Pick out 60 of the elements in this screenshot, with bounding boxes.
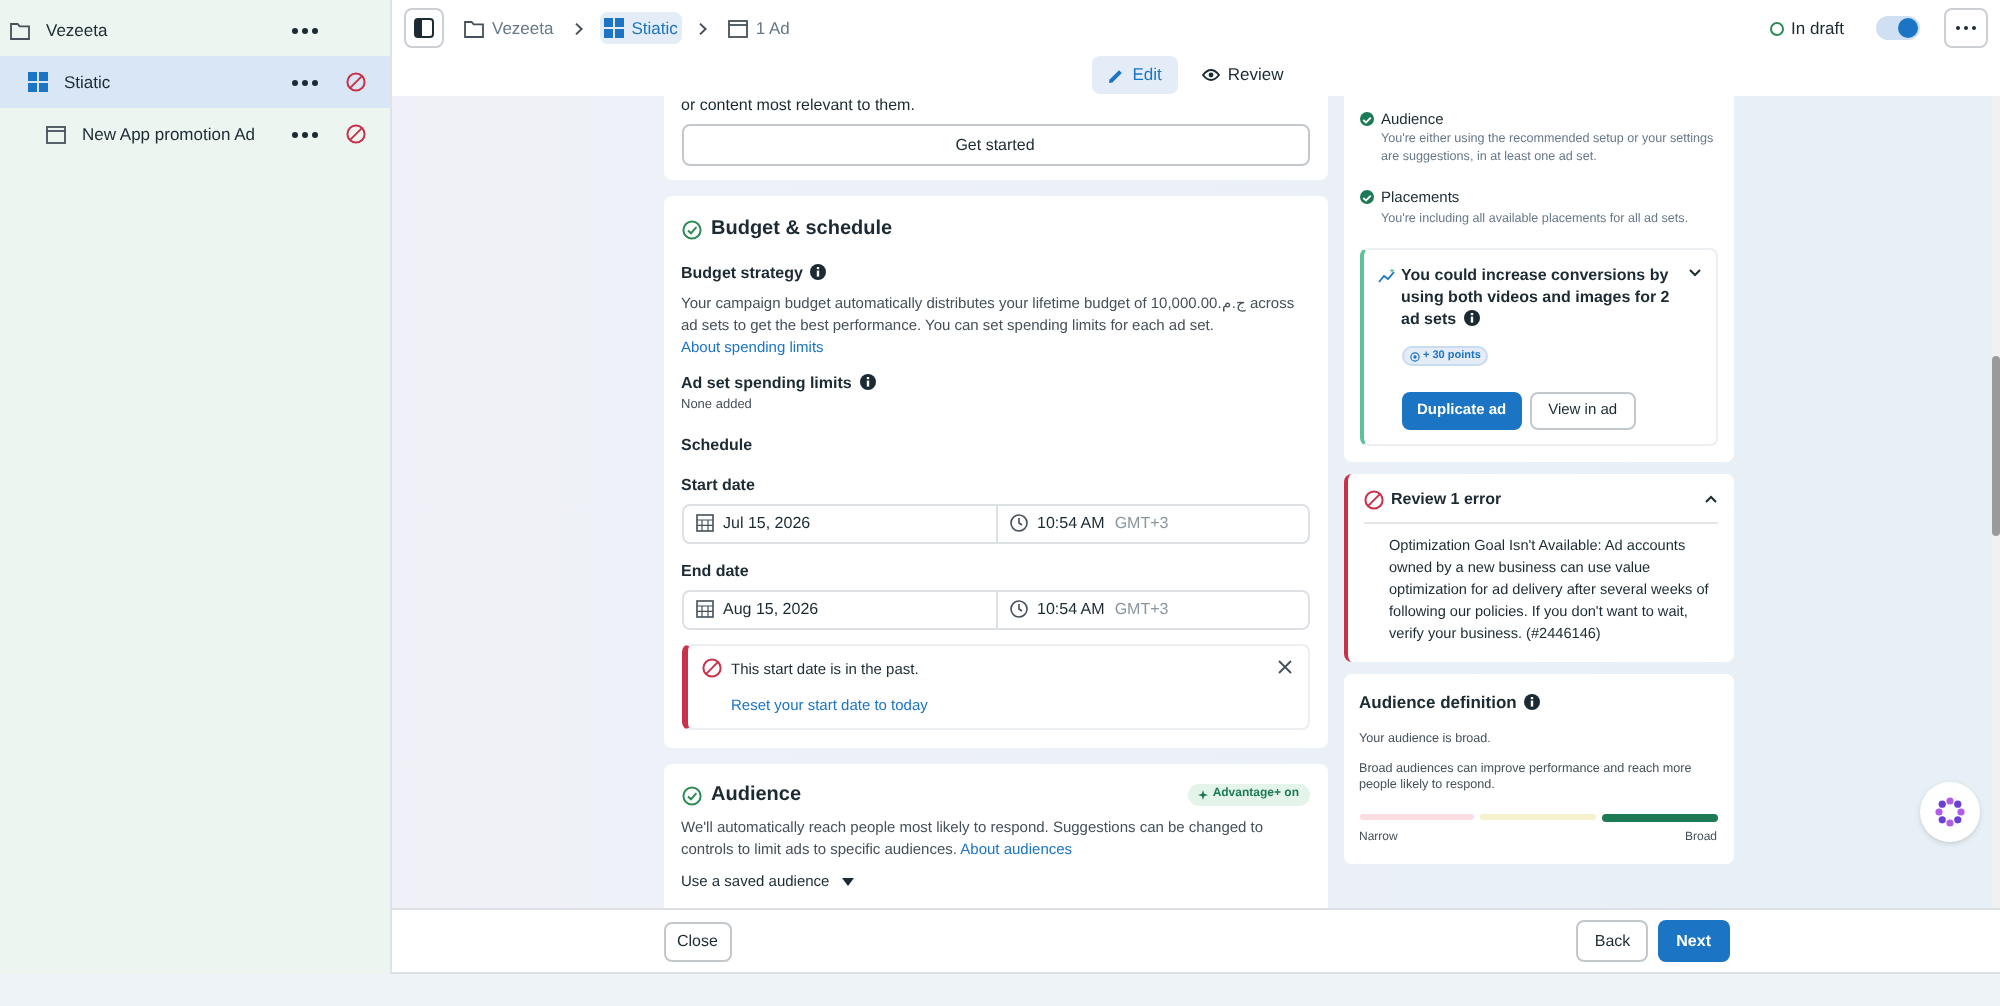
error-review-title: Review 1 error [1391, 487, 1504, 511]
check-circle-icon [681, 219, 701, 239]
eye-icon [1201, 68, 1220, 82]
sparkle-chart-icon [1377, 267, 1395, 283]
caret-icon [841, 877, 854, 886]
sidebar-item[interactable]: Stiatic [0, 56, 390, 108]
ad-frame-icon [46, 125, 66, 143]
folder-icon [464, 19, 484, 37]
error-icon [1363, 489, 1383, 509]
breadcrumb-link[interactable]: Stiatic [599, 11, 682, 45]
back-button[interactable]: Back [1576, 920, 1649, 962]
info-icon [810, 264, 827, 280]
section-title: Budget & schedule [711, 216, 893, 244]
field-label: Budget strategy [681, 262, 1309, 286]
error-icon [346, 72, 366, 92]
mode-tab[interactable]: Edit [1092, 56, 1178, 94]
close-button[interactable]: Close [663, 921, 732, 961]
assistant-button[interactable] [1920, 782, 1980, 842]
get-started-button[interactable]: Get started [681, 124, 1309, 166]
panel-icon [414, 18, 434, 38]
collapse-button[interactable] [1703, 494, 1717, 504]
chevron-icon [1703, 494, 1717, 504]
section-title: Audience [711, 782, 804, 811]
breadcrumb-link[interactable]: 1 Ad [723, 11, 794, 45]
recommendation-title: You could increase conversions by using both videos and images for 2 ad sets [1401, 263, 1672, 329]
folder-icon [10, 21, 30, 39]
field-label: Schedule [681, 433, 755, 458]
ad-frame-icon [727, 19, 748, 37]
pencil-icon [1108, 67, 1125, 83]
field-label: End date [681, 559, 751, 584]
card-title: Audience definition [1359, 689, 1717, 715]
grid-icon [603, 18, 624, 38]
flower-dots-icon [1934, 796, 1966, 828]
field-label: Start date [681, 473, 757, 498]
mode-tab[interactable]: Review [1185, 56, 1300, 94]
grid-icon [28, 72, 48, 92]
toggle-switch[interactable] [1876, 16, 1920, 40]
breadcrumb-link[interactable]: Vezeeta [460, 11, 558, 45]
info-icon [1464, 309, 1481, 325]
chevron-right-icon [697, 21, 708, 35]
more-options-button[interactable] [1944, 8, 1988, 48]
error-icon [701, 658, 721, 679]
chevron-icon [1687, 268, 1701, 278]
sidebar-item-label: Stiatic [64, 69, 113, 95]
check-circle-icon [681, 785, 701, 806]
close-icon [1277, 659, 1291, 674]
chevron-right-icon [573, 21, 584, 35]
info-icon [1524, 693, 1541, 709]
sparkle-icon [1198, 790, 1209, 801]
sidebar-item-label: Vezeeta [46, 17, 110, 43]
sidebar-item-label: New App promotion Ad [82, 121, 257, 147]
points-icon [1409, 351, 1419, 361]
card-text: or content most relevant to them. [681, 96, 917, 116]
info-icon [859, 374, 876, 390]
field-label: Ad set spending limits [681, 372, 1309, 396]
draft-status: In draft [1769, 15, 1844, 41]
error-icon [346, 124, 366, 144]
sidebar-toggle-button[interactable] [404, 8, 444, 48]
next-button[interactable]: Next [1658, 920, 1729, 962]
close-button[interactable] [1277, 659, 1291, 674]
